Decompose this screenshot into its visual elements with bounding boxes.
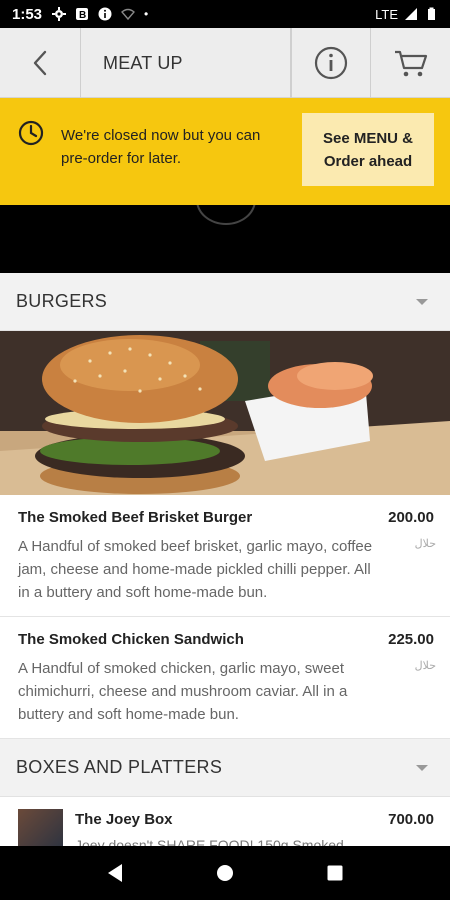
see-menu-order-ahead-button[interactable]: See MENU & Order ahead <box>302 113 434 186</box>
restaurant-logo <box>196 205 256 225</box>
info-button[interactable] <box>291 28 371 98</box>
item-name: The Smoked Beef Brisket Burger <box>18 509 253 526</box>
item-price: 200.00 <box>388 509 434 526</box>
nav-home-icon[interactable] <box>216 864 234 882</box>
network-label: LTE <box>375 6 398 22</box>
battery-icon <box>428 7 435 20</box>
page-title: MEAT UP <box>81 28 291 98</box>
info-icon <box>314 46 348 80</box>
section-header-burgers[interactable]: BURGERS <box>0 273 450 331</box>
item-description: A Handful of smoked chicken, garlic mayo… <box>18 660 348 723</box>
item-price: 225.00 <box>388 631 434 648</box>
settings-icon <box>52 7 67 21</box>
notification-dot-icon: • <box>144 7 149 21</box>
cart-button[interactable] <box>371 28 450 98</box>
closed-message: We're closed now but you can pre-order f… <box>61 127 261 167</box>
menu-item[interactable]: The Joey Box 700.00 Joey doesn't SHARE F… <box>0 797 450 846</box>
wifi-off-icon <box>121 8 136 21</box>
b-app-icon: B <box>76 8 89 21</box>
menu-item[interactable]: The Smoked Chicken Sandwich 225.00 حلال … <box>0 617 450 739</box>
back-arrow-icon <box>33 50 47 76</box>
status-time: 1:53 <box>12 5 43 23</box>
system-nav-bar <box>0 846 450 900</box>
restaurant-hero <box>0 205 450 273</box>
chevron-down-icon <box>416 298 428 305</box>
signal-icon <box>405 8 417 20</box>
item-description: Joey doesn't SHARE FOOD! 150g Smoked <box>75 837 344 846</box>
closed-banner: We're closed now but you can pre-order f… <box>0 98 450 205</box>
item-description: A Handful of smoked beef brisket, garlic… <box>18 538 373 601</box>
app-bar: MEAT UP <box>0 28 450 98</box>
halal-icon: حلال <box>414 660 436 672</box>
section-title: BURGERS <box>16 291 108 311</box>
section-title: BOXES AND PLATTERS <box>16 757 223 777</box>
item-name: The Smoked Chicken Sandwich <box>18 631 244 648</box>
svg-text:B: B <box>79 10 86 21</box>
burger-photo <box>0 331 450 495</box>
clock-icon <box>18 120 44 146</box>
nav-back-icon[interactable] <box>106 863 124 883</box>
status-bar: 1:53 B • LTE <box>0 0 450 28</box>
cart-icon <box>394 50 427 77</box>
info-status-icon <box>98 7 112 21</box>
menu-item[interactable]: The Smoked Beef Brisket Burger 200.00 حل… <box>0 495 450 617</box>
item-price: 700.00 <box>388 811 434 828</box>
halal-icon: حلال <box>414 538 436 550</box>
section-header-boxes-and-platters[interactable]: BOXES AND PLATTERS <box>0 739 450 797</box>
nav-recents-icon[interactable] <box>326 864 344 882</box>
back-button[interactable] <box>0 28 81 98</box>
menu-list[interactable]: BURGERS The Smoked Beef Brisket Burger 2… <box>0 273 450 846</box>
item-thumbnail <box>18 809 63 846</box>
chevron-down-icon <box>416 764 428 771</box>
